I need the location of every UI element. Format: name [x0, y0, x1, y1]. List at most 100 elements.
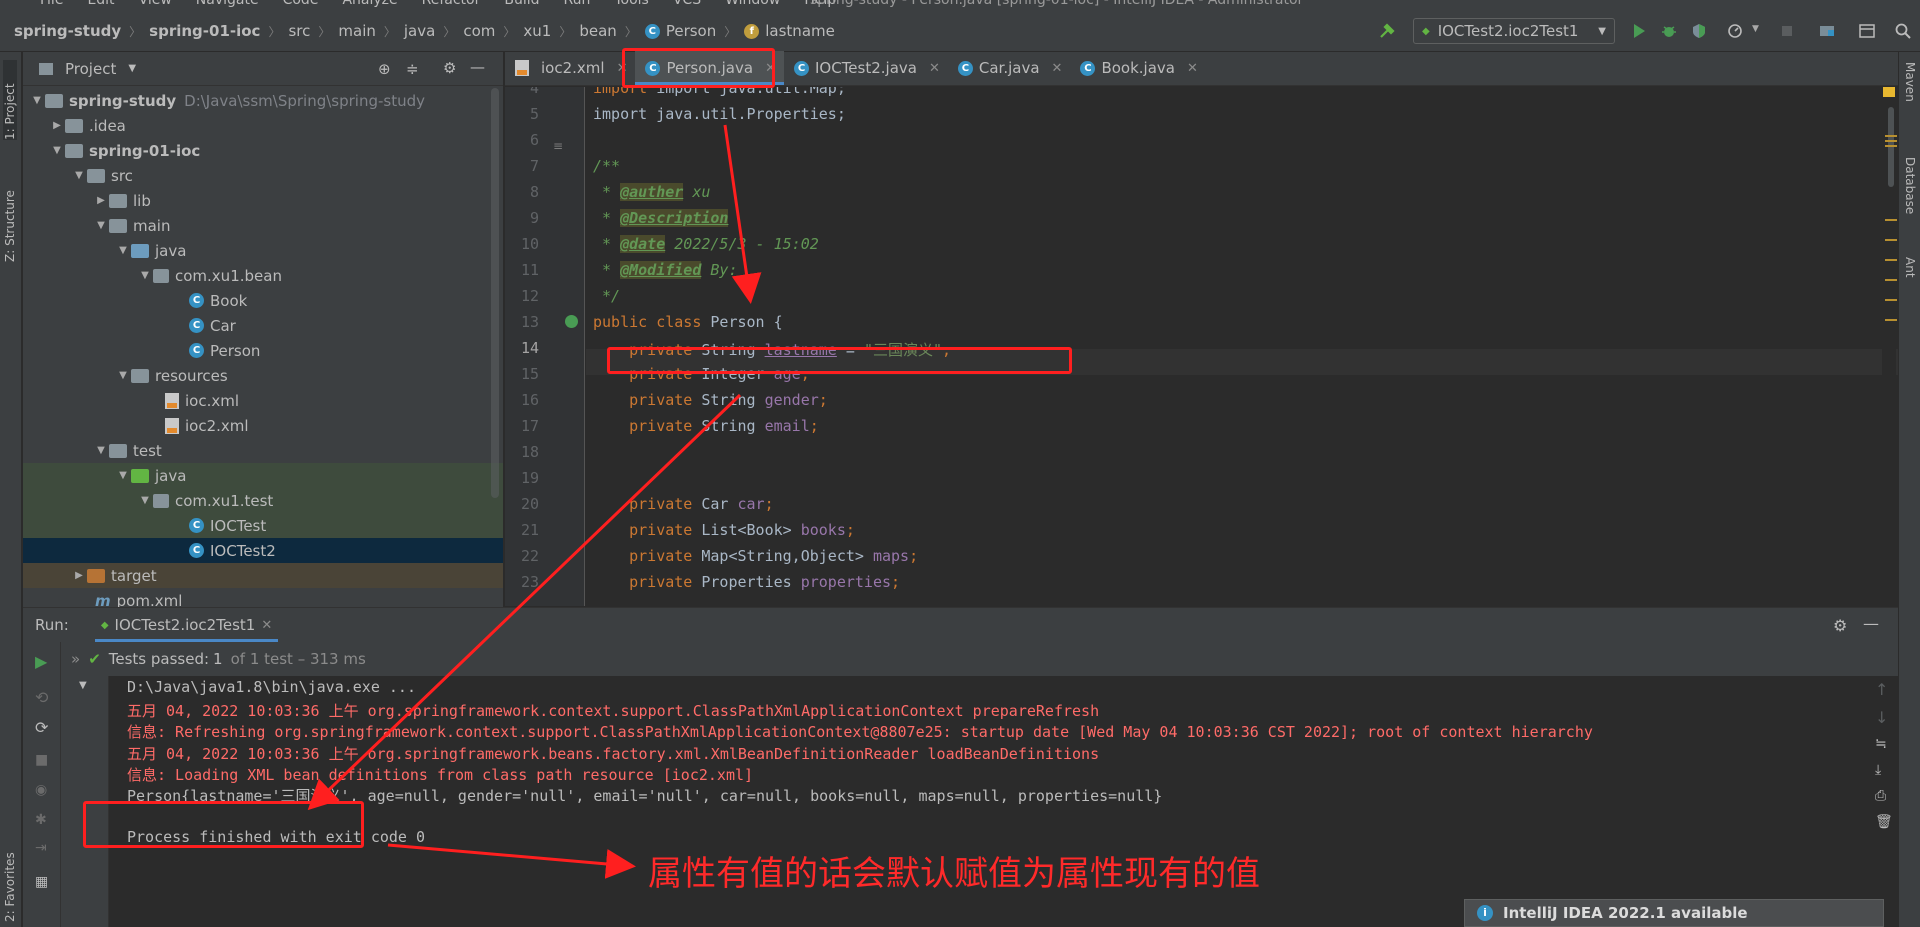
structure-tool-button[interactable]: Z: Structure: [3, 162, 17, 262]
tree-item-test[interactable]: ▼ test: [23, 438, 503, 463]
layout-icon[interactable]: ▦: [35, 874, 48, 890]
minimize-icon[interactable]: —: [470, 58, 485, 76]
tree-item-main-java[interactable]: ▼ java: [23, 238, 503, 263]
menu-item-view[interactable]: View: [139, 0, 172, 8]
tree-item-ioc-xml[interactable]: ioc.xml: [23, 388, 503, 413]
close-icon[interactable]: ✕: [261, 618, 272, 633]
tab-car-java[interactable]: C Car.java ✕: [948, 51, 1071, 85]
project-panel-title[interactable]: Project: [65, 60, 116, 78]
breadcrumb-project[interactable]: spring-study: [14, 22, 121, 40]
project-scrollbar[interactable]: [491, 88, 499, 498]
tree-item-book[interactable]: C Book: [23, 288, 503, 313]
warning-stripe[interactable]: [1885, 219, 1897, 221]
build-hammer-icon[interactable]: [1378, 22, 1396, 40]
debug-icon[interactable]: [1660, 22, 1678, 40]
tree-item-idea[interactable]: ▶ .idea: [23, 113, 503, 138]
locate-icon[interactable]: ⊕: [378, 60, 391, 78]
run-configuration-select[interactable]: ◆ IOCTest2.ioc2Test1 ▼: [1413, 18, 1615, 44]
tree-item-ioc2-xml[interactable]: ioc2.xml: [23, 413, 503, 438]
menu-item-build[interactable]: Build: [504, 0, 539, 8]
run-icon[interactable]: [1630, 22, 1648, 40]
toggle-auto-test-icon[interactable]: ⟳: [35, 718, 48, 737]
collapse-arrow-icon[interactable]: ▶: [49, 120, 65, 131]
breadcrumb-xu1[interactable]: xu1: [523, 22, 551, 40]
warning-stripe[interactable]: [1885, 135, 1897, 137]
warning-stripe[interactable]: [1885, 239, 1897, 241]
menu-item-tools[interactable]: Tools: [614, 0, 649, 8]
update-notification[interactable]: i IntelliJ IDEA 2022.1 available: [1464, 899, 1884, 927]
tree-item-spring-01-ioc[interactable]: ▼ spring-01-ioc: [23, 138, 503, 163]
tree-item-car[interactable]: C Car: [23, 313, 503, 338]
collapse-arrow-icon[interactable]: ▶: [93, 195, 109, 206]
gear-icon[interactable]: ⚙: [1833, 616, 1847, 635]
camera-icon[interactable]: ◉: [35, 782, 47, 798]
database-tool-button[interactable]: Database: [1903, 157, 1917, 214]
run-tab[interactable]: ◆ IOCTest2.ioc2Test1 ✕: [94, 608, 279, 642]
stop-icon[interactable]: ■: [35, 752, 48, 768]
soft-wrap-icon[interactable]: ≒: [1875, 736, 1887, 752]
ant-tool-button[interactable]: Ant: [1903, 257, 1917, 278]
collapse-arrow-icon[interactable]: ▶: [71, 570, 87, 581]
warning-stripe[interactable]: [1885, 279, 1897, 281]
rerun-icon[interactable]: ▶: [35, 652, 47, 671]
menu-item-file[interactable]: File: [40, 0, 63, 8]
search-icon[interactable]: [1894, 22, 1912, 40]
expand-arrow-icon[interactable]: ▼: [115, 370, 131, 381]
expand-icon[interactable]: »: [71, 650, 80, 668]
run-test-gutter-icon[interactable]: [565, 315, 578, 328]
coverage-icon[interactable]: [1690, 22, 1708, 40]
breadcrumb-bean[interactable]: bean: [579, 22, 616, 40]
breadcrumb-java[interactable]: java: [404, 22, 435, 40]
tree-item-lib[interactable]: ▶ lib: [23, 188, 503, 213]
menu-item-analyze[interactable]: Analyze: [342, 0, 397, 8]
exit-icon[interactable]: ⇥: [35, 840, 47, 856]
close-icon[interactable]: ✕: [929, 61, 940, 76]
menu-item-edit[interactable]: Edit: [87, 0, 114, 8]
warning-indicator-icon[interactable]: [1883, 87, 1895, 97]
tree-item-target[interactable]: ▶ target: [23, 563, 503, 588]
close-icon[interactable]: ✕: [1187, 61, 1198, 76]
tree-item-person[interactable]: C Person: [23, 338, 503, 363]
chevron-down-icon[interactable]: ▼: [128, 63, 136, 74]
tab-ioctest2-java[interactable]: C IOCTest2.java ✕: [784, 51, 948, 85]
tree-item-spring-study[interactable]: ▼ spring-study D:\Java\ssm\Spring\spring-s…: [23, 88, 503, 113]
warning-stripe[interactable]: [1885, 140, 1897, 142]
gear-icon[interactable]: ⚙: [443, 59, 456, 77]
tree-item-ioctest[interactable]: C IOCTest: [23, 513, 503, 538]
stop-icon[interactable]: [1778, 22, 1796, 40]
up-arrow-icon[interactable]: ↑: [1875, 680, 1888, 699]
tree-item-src[interactable]: ▼ src: [23, 163, 503, 188]
scroll-to-end-icon[interactable]: ⤓: [1875, 762, 1881, 778]
tree-item-ioctest2[interactable]: C IOCTest2: [23, 538, 503, 563]
tree-item-test-java[interactable]: ▼ java: [23, 463, 503, 488]
favorites-tool-button[interactable]: 2: Favorites: [3, 842, 17, 922]
tree-item-main[interactable]: ▼ main: [23, 213, 503, 238]
menu-item-code[interactable]: Code: [283, 0, 319, 8]
minimize-icon[interactable]: —: [1863, 614, 1879, 633]
layout-icon[interactable]: [1858, 22, 1876, 40]
expand-arrow-icon[interactable]: ▼: [115, 470, 131, 481]
doc-render-icon[interactable]: ≡: [553, 139, 563, 153]
expand-arrow-icon[interactable]: ▼: [49, 145, 65, 156]
chevron-down-icon[interactable]: ▼: [79, 680, 87, 691]
expand-arrow-icon[interactable]: ▼: [115, 245, 131, 256]
breadcrumb-lastname[interactable]: f lastname: [744, 22, 835, 40]
close-icon[interactable]: ✕: [1052, 61, 1063, 76]
trash-icon[interactable]: 🗑: [1875, 814, 1893, 830]
project-structure-icon[interactable]: [1818, 22, 1836, 40]
warning-stripe[interactable]: [1885, 259, 1897, 261]
breadcrumb-com[interactable]: com: [463, 22, 495, 40]
profiler-icon[interactable]: [1726, 22, 1744, 40]
breadcrumb-src[interactable]: src: [288, 22, 310, 40]
tree-item-resources[interactable]: ▼ resources: [23, 363, 503, 388]
collapse-all-icon[interactable]: ≑: [406, 60, 419, 78]
tab-ioc2-xml[interactable]: ioc2.xml ✕: [505, 51, 635, 85]
debug-icon[interactable]: ✱: [35, 812, 47, 828]
expand-arrow-icon[interactable]: ▼: [29, 95, 45, 106]
menu-item-window[interactable]: Window: [725, 0, 780, 8]
warning-stripe[interactable]: [1885, 319, 1897, 321]
breadcrumb-person[interactable]: C Person: [644, 22, 716, 40]
maven-tool-button[interactable]: Maven: [1903, 62, 1917, 102]
menu-item-run[interactable]: Run: [564, 0, 591, 8]
warning-stripe[interactable]: [1885, 299, 1897, 301]
